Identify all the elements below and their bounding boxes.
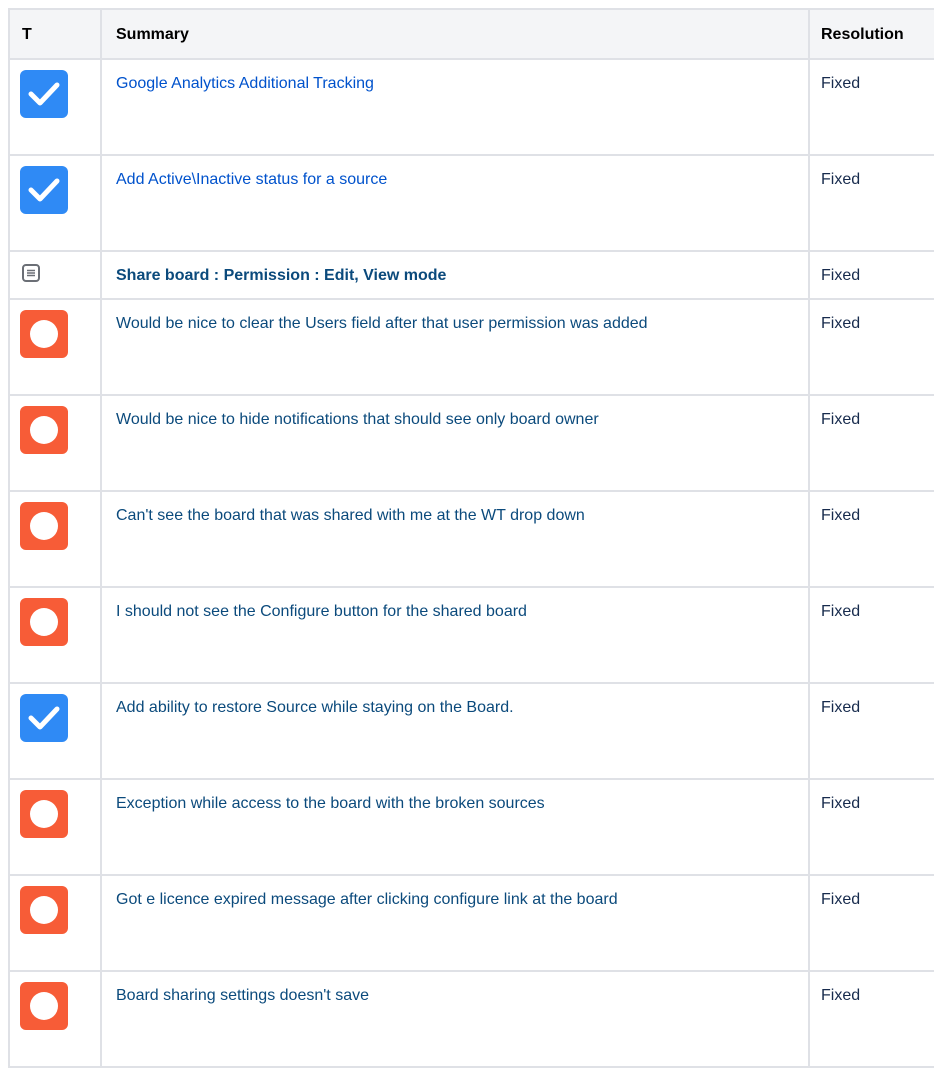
issue-summary-link[interactable]: I should not see the Configure button fo…	[116, 603, 527, 620]
resolution-cell: Fixed	[808, 394, 934, 492]
bug-icon	[20, 502, 68, 550]
type-cell	[8, 874, 102, 972]
type-cell	[8, 778, 102, 876]
issues-table: T Summary Resolution Google Analytics Ad…	[8, 8, 934, 1068]
bug-icon	[20, 982, 68, 1030]
table-row: Would be nice to hide notifications that…	[8, 394, 934, 492]
table-row: Google Analytics Additional Tracking Fix…	[8, 58, 934, 156]
table-row: Exception while access to the board with…	[8, 778, 934, 876]
summary-cell: Google Analytics Additional Tracking	[100, 58, 810, 156]
type-cell	[8, 586, 102, 684]
issue-summary-link[interactable]: Google Analytics Additional Tracking	[116, 75, 374, 92]
bug-icon	[20, 406, 68, 454]
resolution-cell: Fixed	[808, 970, 934, 1068]
bug-icon	[20, 598, 68, 646]
table-row: Add ability to restore Source while stay…	[8, 682, 934, 780]
resolution-cell: Fixed	[808, 298, 934, 396]
summary-cell: Board sharing settings doesn't save	[100, 970, 810, 1068]
issue-summary-link[interactable]: Would be nice to hide notifications that…	[116, 411, 599, 428]
issue-summary-link[interactable]: Exception while access to the board with…	[116, 795, 545, 812]
summary-cell: Add Active\Inactive status for a source	[100, 154, 810, 252]
summary-cell: Would be nice to hide notifications that…	[100, 394, 810, 492]
issue-summary-link[interactable]: Got e licence expired message after clic…	[116, 891, 618, 908]
type-cell	[8, 970, 102, 1068]
resolution-cell: Fixed	[808, 586, 934, 684]
summary-cell: Share board : Permission : Edit, View mo…	[100, 250, 810, 300]
table-row: Got e licence expired message after clic…	[8, 874, 934, 972]
type-cell	[8, 154, 102, 252]
summary-cell: Can't see the board that was shared with…	[100, 490, 810, 588]
column-header-summary[interactable]: Summary	[100, 8, 810, 60]
resolution-cell: Fixed	[808, 250, 934, 300]
task-icon	[20, 70, 68, 118]
table-row: Can't see the board that was shared with…	[8, 490, 934, 588]
resolution-cell: Fixed	[808, 58, 934, 156]
summary-cell: Add ability to restore Source while stay…	[100, 682, 810, 780]
summary-cell: Exception while access to the board with…	[100, 778, 810, 876]
task-icon	[20, 694, 68, 742]
resolution-cell: Fixed	[808, 682, 934, 780]
table-row: Would be nice to clear the Users field a…	[8, 298, 934, 396]
column-header-resolution[interactable]: Resolution	[808, 8, 934, 60]
type-cell	[8, 490, 102, 588]
issue-summary-link[interactable]: Can't see the board that was shared with…	[116, 507, 585, 524]
resolution-cell: Fixed	[808, 874, 934, 972]
bug-icon	[20, 310, 68, 358]
task-icon	[20, 166, 68, 214]
summary-cell: Got e licence expired message after clic…	[100, 874, 810, 972]
column-header-type[interactable]: T	[8, 8, 102, 60]
story-icon	[22, 264, 40, 282]
bug-icon	[20, 886, 68, 934]
type-cell	[8, 58, 102, 156]
resolution-cell: Fixed	[808, 154, 934, 252]
issue-summary-link[interactable]: Board sharing settings doesn't save	[116, 987, 369, 1004]
table-row: I should not see the Configure button fo…	[8, 586, 934, 684]
summary-cell: I should not see the Configure button fo…	[100, 586, 810, 684]
issue-summary-link[interactable]: Add Active\Inactive status for a source	[116, 171, 387, 188]
type-cell	[8, 394, 102, 492]
type-cell	[8, 250, 102, 300]
table-row: Share board : Permission : Edit, View mo…	[8, 250, 934, 300]
type-cell	[8, 682, 102, 780]
table-row: Board sharing settings doesn't save Fixe…	[8, 970, 934, 1068]
resolution-cell: Fixed	[808, 778, 934, 876]
type-cell	[8, 298, 102, 396]
issue-summary-link[interactable]: Share board : Permission : Edit, View mo…	[116, 267, 446, 284]
resolution-cell: Fixed	[808, 490, 934, 588]
summary-cell: Would be nice to clear the Users field a…	[100, 298, 810, 396]
table-header-row: T Summary Resolution	[8, 8, 934, 60]
issue-summary-link[interactable]: Would be nice to clear the Users field a…	[116, 315, 648, 332]
issue-summary-link[interactable]: Add ability to restore Source while stay…	[116, 699, 514, 716]
bug-icon	[20, 790, 68, 838]
table-row: Add Active\Inactive status for a source …	[8, 154, 934, 252]
